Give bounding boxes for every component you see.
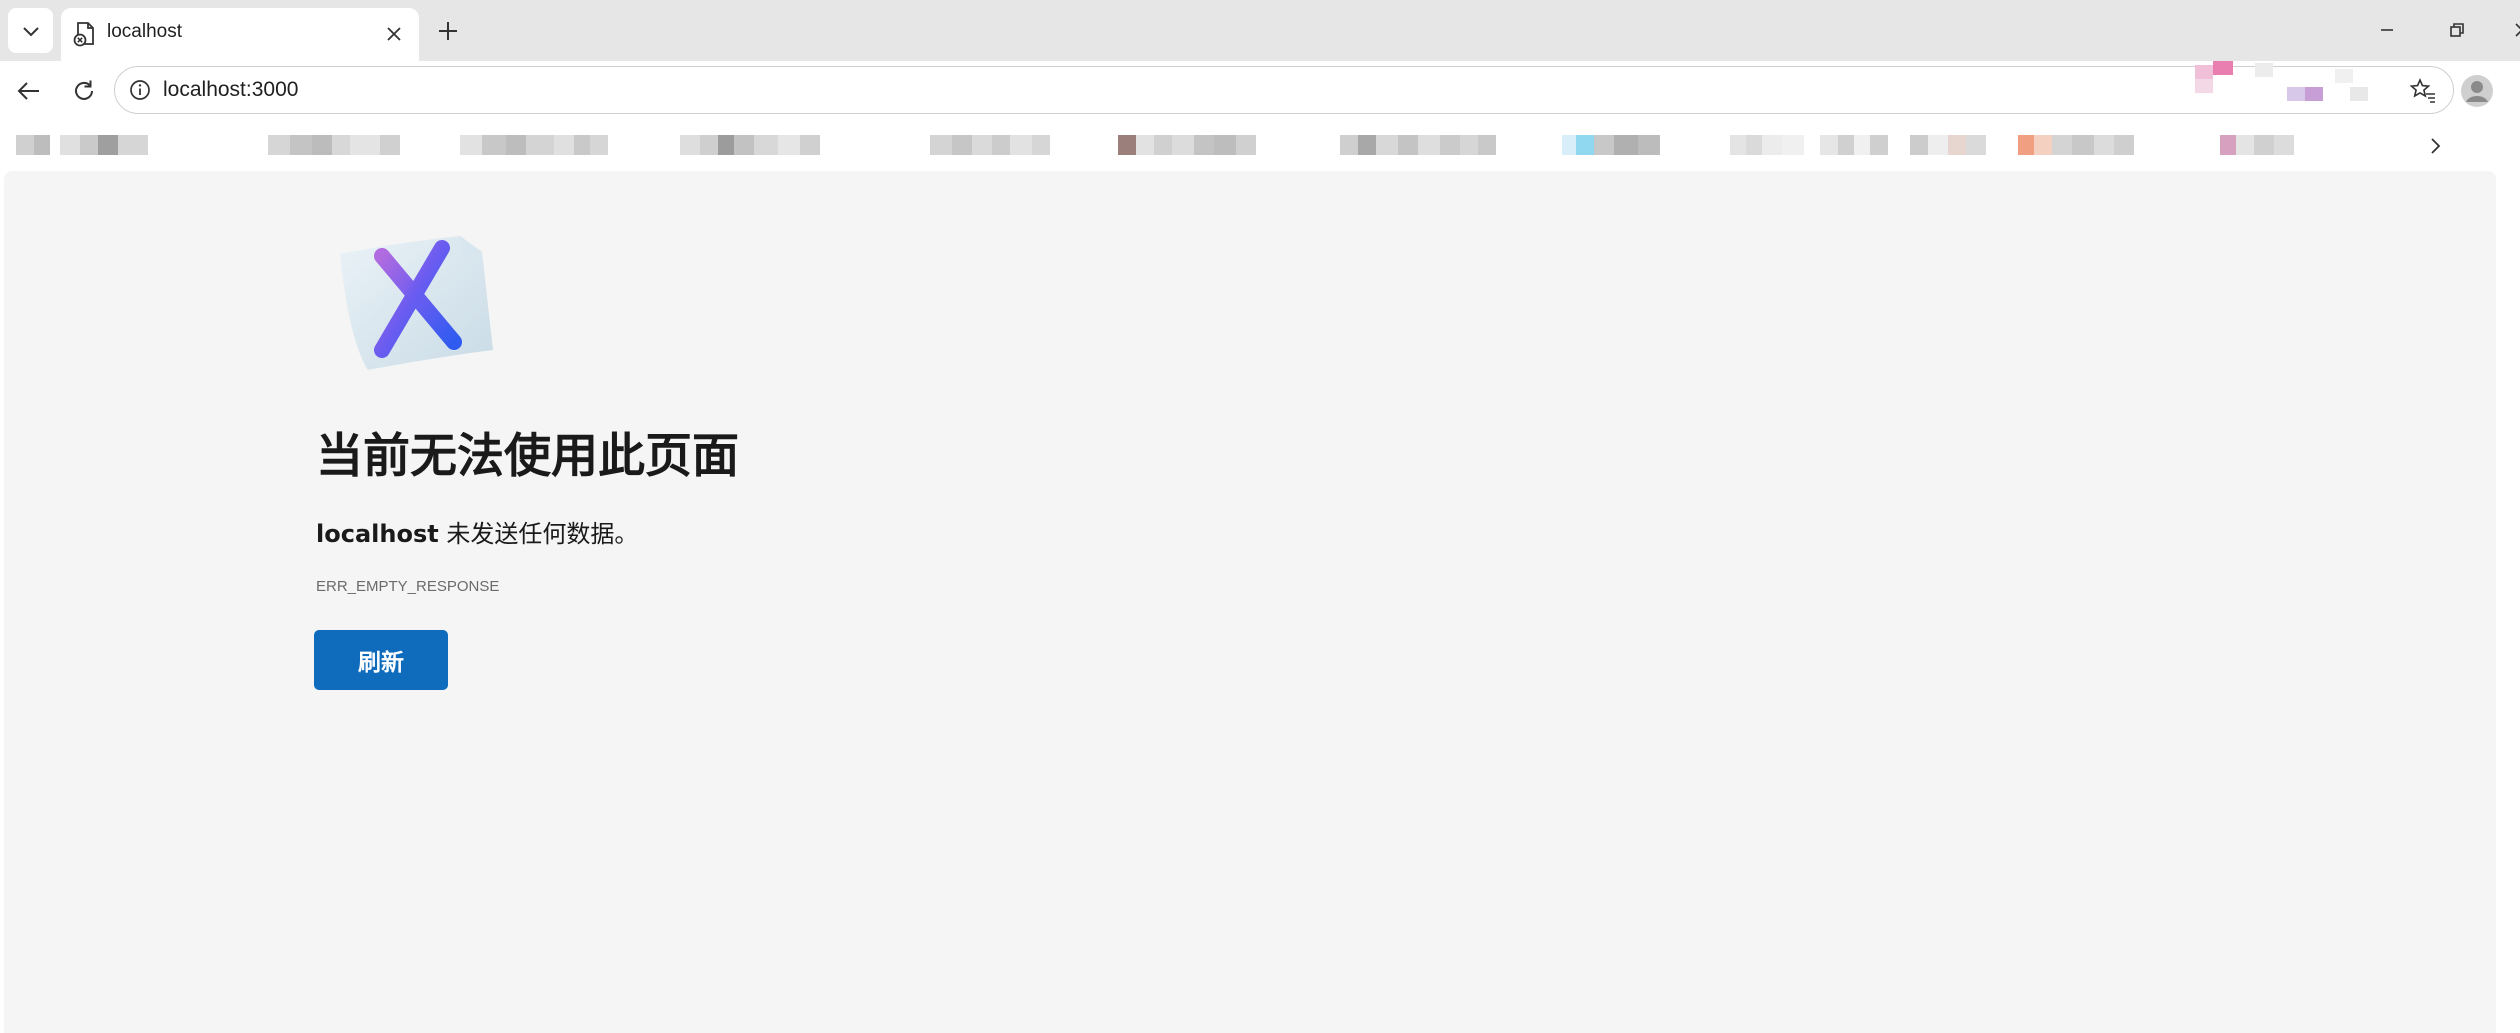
- minimize-button[interactable]: [2367, 10, 2407, 50]
- close-window-button[interactable]: [2502, 10, 2520, 50]
- chevron-down-icon: [22, 26, 39, 36]
- refresh-button[interactable]: [63, 70, 105, 112]
- reload-button[interactable]: 刷新: [314, 630, 448, 690]
- error-x-icon: [340, 236, 493, 370]
- tab-list-button[interactable]: [8, 8, 53, 53]
- browser-toolbar: localhost:3000: [0, 61, 2520, 121]
- restore-icon: [2450, 23, 2464, 37]
- bookmark-item[interactable]: [1118, 135, 1256, 155]
- error-message: localhost 未发送任何数据。: [316, 514, 638, 549]
- error-message-text: 未发送任何数据。: [446, 520, 639, 548]
- sidebar-edge: [2500, 121, 2520, 1033]
- bookmark-item[interactable]: [268, 135, 400, 155]
- plus-icon: [439, 22, 457, 40]
- error-host: localhost: [316, 520, 439, 548]
- bookmark-item[interactable]: [16, 135, 50, 155]
- back-arrow-icon: [17, 82, 39, 100]
- address-bar[interactable]: localhost:3000: [114, 61, 2454, 114]
- bookmark-item[interactable]: [1340, 135, 1496, 155]
- close-icon: [387, 27, 401, 41]
- bookmark-item[interactable]: [2220, 135, 2294, 155]
- minimize-icon: [2381, 29, 2393, 31]
- tab-close-button[interactable]: [381, 21, 407, 47]
- bookmark-item[interactable]: [1820, 135, 1888, 155]
- active-tab[interactable]: localhost: [61, 8, 419, 61]
- info-icon[interactable]: [127, 77, 153, 103]
- tab-title: localhost: [107, 21, 182, 42]
- error-code: ERR_EMPTY_RESPONSE: [316, 578, 500, 595]
- profile-avatar-icon: [2461, 75, 2493, 107]
- bookmark-item[interactable]: [2018, 135, 2134, 155]
- close-window-icon: [2515, 23, 2520, 37]
- restore-button[interactable]: [2437, 10, 2477, 50]
- favorites-bar: [0, 121, 2520, 171]
- favorites-button[interactable]: [2402, 70, 2444, 112]
- bookmark-item[interactable]: [60, 135, 148, 155]
- back-button[interactable]: [8, 70, 50, 112]
- error-title: 当前无法使用此页面: [316, 429, 739, 484]
- chevron-right-icon: [2431, 138, 2441, 154]
- refresh-icon: [75, 80, 93, 100]
- bookmark-item[interactable]: [1910, 135, 1986, 155]
- error-page-icon: [73, 22, 94, 47]
- bookmarks-overflow-button[interactable]: [2420, 131, 2450, 161]
- bookmark-item[interactable]: [1562, 135, 1660, 155]
- bookmark-item[interactable]: [930, 135, 1050, 155]
- bookmark-item[interactable]: [1730, 135, 1804, 155]
- bookmark-item[interactable]: [460, 135, 608, 155]
- new-tab-button[interactable]: [430, 13, 466, 49]
- favorites-star-icon: [2409, 77, 2435, 103]
- tab-strip: localhost: [0, 0, 2520, 61]
- profile-button[interactable]: [2456, 70, 2498, 112]
- bookmark-item[interactable]: [680, 135, 820, 155]
- address-text[interactable]: localhost:3000: [163, 78, 298, 102]
